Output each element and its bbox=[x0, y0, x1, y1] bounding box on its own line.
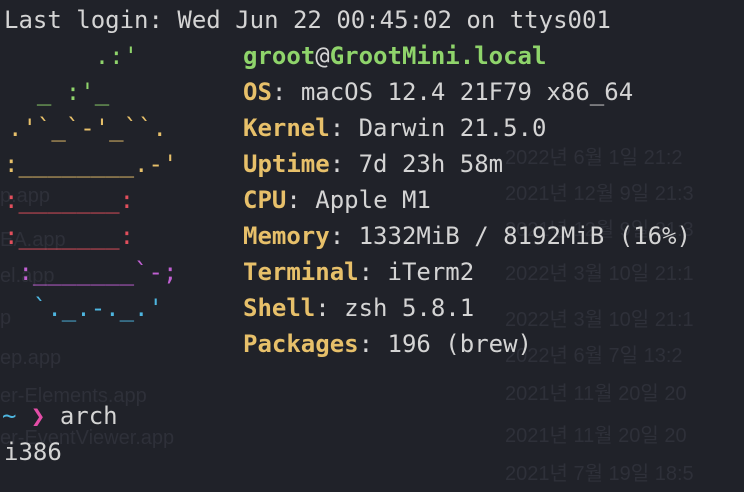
command-text: arch bbox=[59, 402, 118, 430]
prompt-arrow-icon: ❯ bbox=[30, 402, 46, 430]
bg-file-date: 2022년 3월 10일 21:1 bbox=[505, 309, 694, 331]
logo-line: _ :'_ bbox=[8, 78, 110, 106]
prompt-line[interactable]: ~ ❯ arch bbox=[2, 398, 118, 434]
logo-line: :_______`-; bbox=[4, 258, 178, 286]
info-row: Terminal: iTerm2 bbox=[243, 258, 475, 286]
info-row: Uptime: 7d 23h 58m bbox=[243, 150, 504, 178]
bg-file-date: 2021년 11월 20일 20 bbox=[505, 383, 687, 405]
info-label: OS bbox=[243, 78, 272, 106]
hostname: GrootMini.local bbox=[329, 42, 547, 70]
at-sign: @ bbox=[315, 42, 330, 70]
info-row: Memory: 1332MiB / 8192MiB (16%) bbox=[243, 222, 691, 250]
info-row: Packages: 196 (brew) bbox=[243, 330, 533, 358]
info-row: Kernel: Darwin 21.5.0 bbox=[243, 114, 547, 142]
bg-file-name: ep.app bbox=[0, 347, 62, 369]
info-value: zsh 5.8.1 bbox=[344, 294, 475, 322]
user-host-line: groot@GrootMini.local bbox=[243, 38, 546, 74]
logo-line: :_______: bbox=[4, 222, 135, 250]
logo-line: .'`_`-'_``. bbox=[8, 114, 167, 142]
info-label: Uptime bbox=[243, 150, 330, 178]
info-row: OS: macOS 12.4 21F79 x86_64 bbox=[243, 78, 634, 106]
username: groot bbox=[243, 42, 316, 70]
info-value: Darwin 21.5.0 bbox=[358, 114, 547, 142]
info-value: macOS 12.4 21F79 x86_64 bbox=[300, 78, 634, 106]
bg-file-date: 2021년 12월 9일 21:3 bbox=[505, 183, 694, 205]
info-row: CPU: Apple M1 bbox=[243, 186, 431, 214]
command-output: i386 bbox=[4, 438, 62, 466]
info-value: 196 (brew) bbox=[387, 330, 533, 358]
info-label: Packages bbox=[243, 330, 359, 358]
info-value: iTerm2 bbox=[387, 258, 475, 286]
cwd-tilde: ~ bbox=[2, 402, 17, 430]
logo-line: :_______: bbox=[4, 186, 135, 214]
last-login-line: Last login: Wed Jun 22 00:45:02 on ttys0… bbox=[4, 6, 611, 34]
bg-file-date: 2022년 3월 10일 21:1 bbox=[505, 263, 694, 285]
info-value: 7d 23h 58m bbox=[358, 150, 504, 178]
info-label: Memory bbox=[243, 222, 330, 250]
info-label: CPU bbox=[243, 186, 287, 214]
logo-line: :________.-' bbox=[4, 150, 178, 178]
logo-line: `._.-._.' bbox=[4, 294, 163, 322]
info-value: 1332MiB / 8192MiB (16%) bbox=[358, 222, 691, 250]
bg-file-date: 2021년 7월 19일 18:5 bbox=[505, 463, 694, 485]
info-label: Shell bbox=[243, 294, 316, 322]
bg-file-date: 2021년 11월 20일 20 bbox=[505, 425, 687, 447]
info-label: Terminal bbox=[243, 258, 359, 286]
logo-line: .:' bbox=[8, 42, 139, 70]
info-value: Apple M1 bbox=[315, 186, 431, 214]
info-label: Kernel bbox=[243, 114, 330, 142]
info-row: Shell: zsh 5.8.1 bbox=[243, 294, 475, 322]
